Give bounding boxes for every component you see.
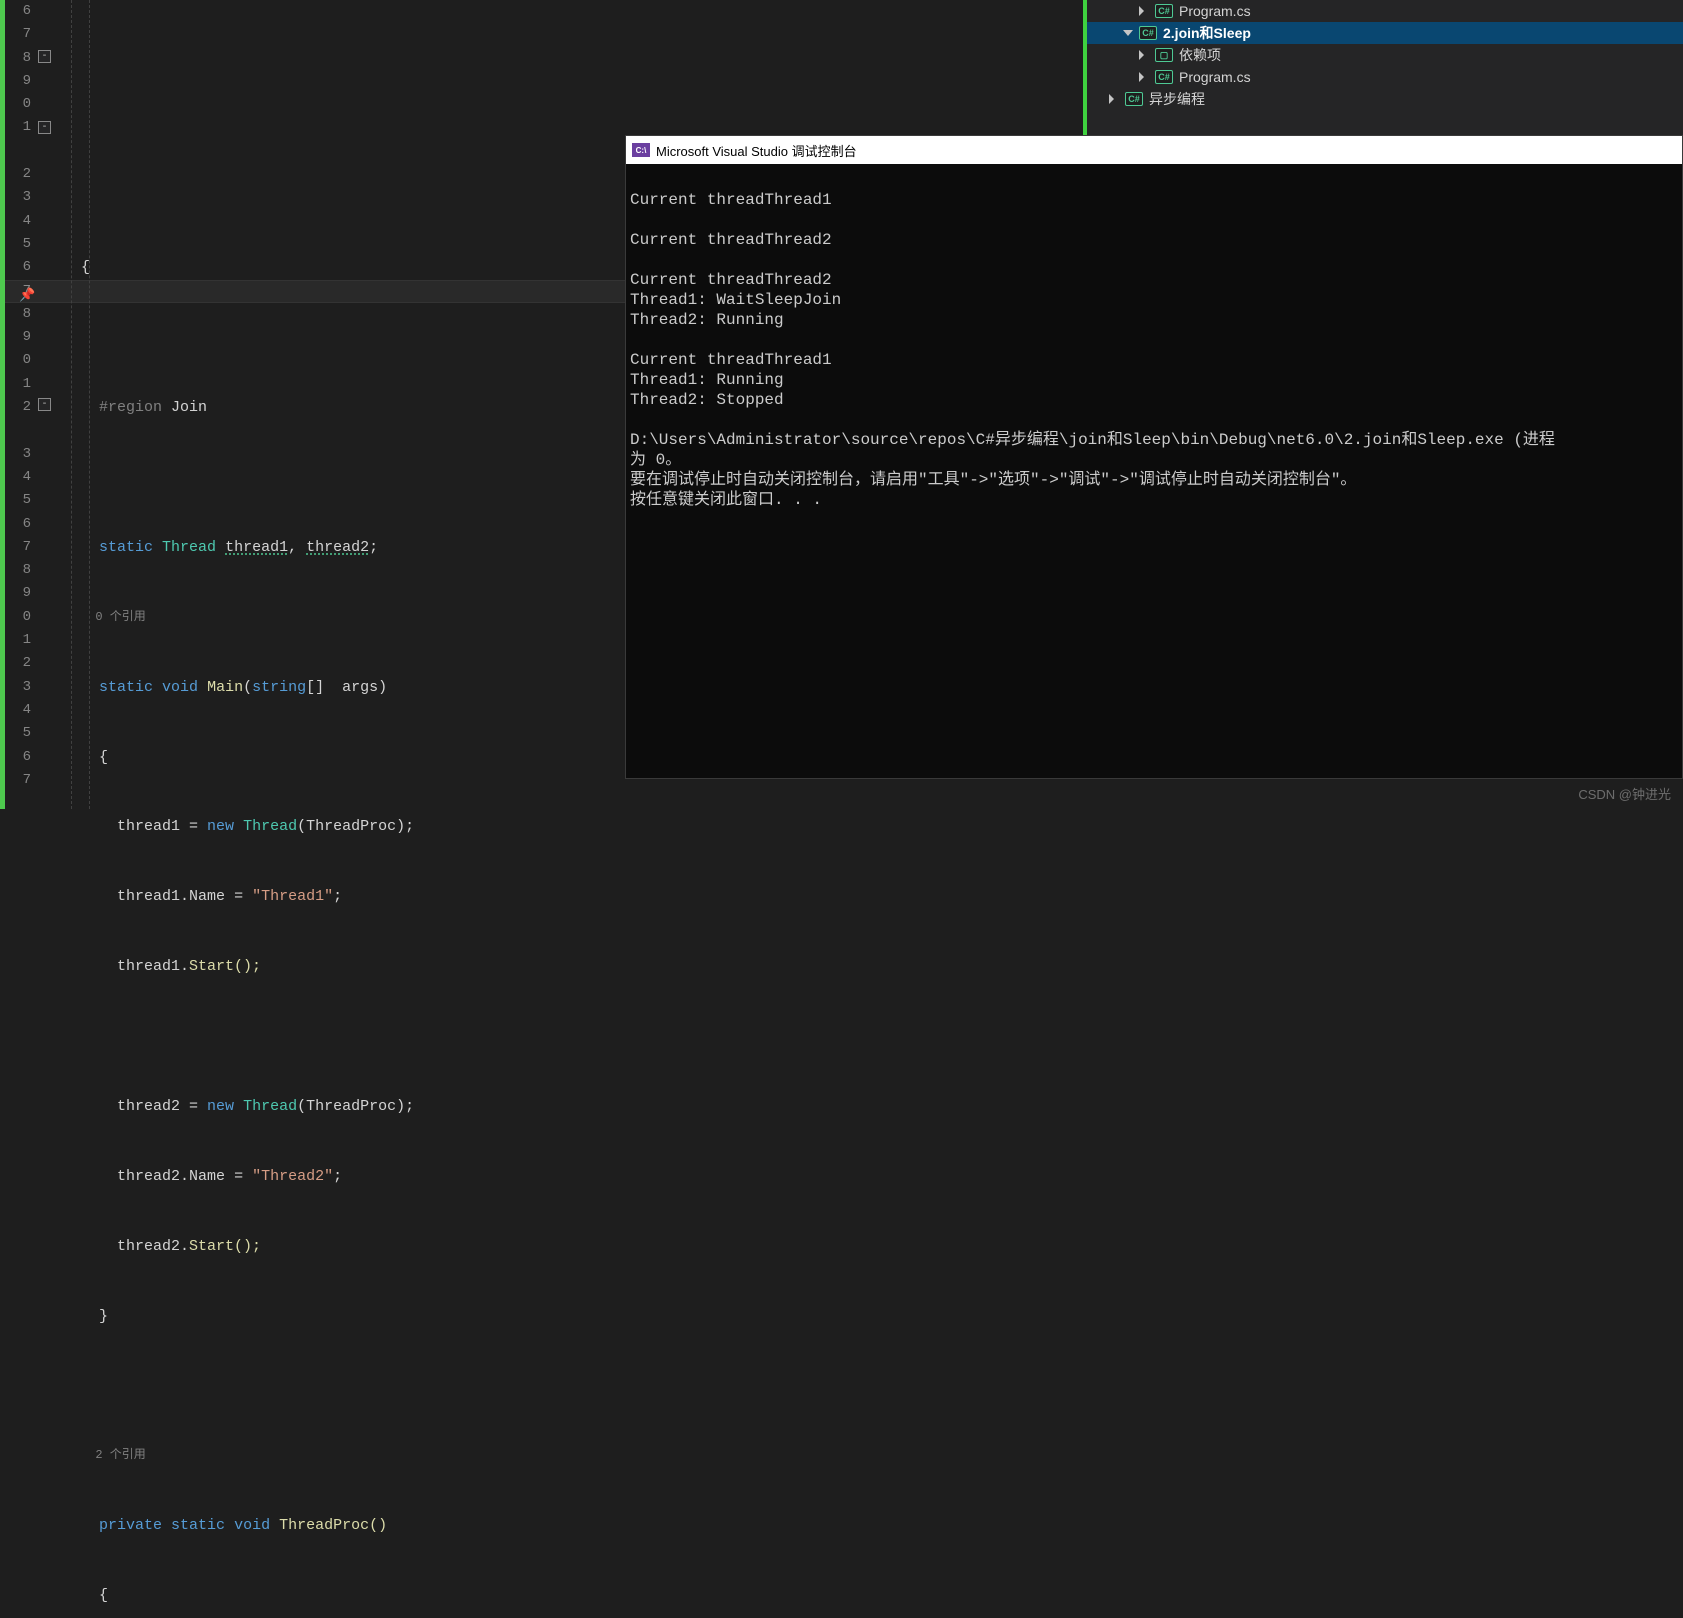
line-number: 9 <box>5 582 35 605</box>
file-icon: C# <box>1139 26 1157 40</box>
console-icon: C:\ <box>632 143 650 157</box>
solution-node-label: 异步编程 <box>1149 89 1205 109</box>
file-icon: C# <box>1155 70 1173 84</box>
line-number: 6 <box>5 746 35 769</box>
line-number: 6 <box>5 513 35 536</box>
line-number <box>5 419 35 442</box>
line-number: 8 <box>5 559 35 582</box>
line-number: 3 <box>5 676 35 699</box>
code-line: } <box>81 1305 1060 1328</box>
chevron-right-icon[interactable] <box>1109 94 1119 104</box>
line-number: 3 <box>5 186 35 209</box>
line-number: 5 <box>5 489 35 512</box>
line-number: 6 <box>5 0 35 23</box>
console-titlebar[interactable]: C:\ Microsoft Visual Studio 调试控制台 <box>626 136 1682 164</box>
code-line: thread1.Name = "Thread1"; <box>81 885 1060 908</box>
indent-margin <box>57 0 81 809</box>
fold-toggle[interactable]: - <box>38 398 51 411</box>
line-number: 4 <box>5 210 35 233</box>
solution-node[interactable]: C# Program.cs <box>1087 66 1683 88</box>
fold-toggle[interactable]: - <box>38 50 51 63</box>
line-number: 4 <box>5 699 35 722</box>
line-number <box>5 140 35 163</box>
code-line: thread2.Name = "Thread2"; <box>81 1165 1060 1188</box>
file-icon: ▢ <box>1155 48 1173 62</box>
solution-node-label: Program.cs <box>1179 69 1251 85</box>
line-number: 1 <box>5 629 35 652</box>
chevron-right-icon[interactable] <box>1139 72 1149 82</box>
line-number: 9 <box>5 326 35 349</box>
line-number: 7 <box>5 536 35 559</box>
pin-icon: 📌 <box>19 284 33 298</box>
line-number: 0 <box>5 606 35 629</box>
solution-node[interactable]: C# 异步编程 <box>1087 88 1683 110</box>
watermark: CSDN @钟进光 <box>1578 784 1671 803</box>
code-line: thread1 = new Thread(ThreadProc); <box>81 815 1060 838</box>
code-line: thread2.Start(); <box>81 1235 1060 1258</box>
fold-column: - - - <box>35 0 57 809</box>
chevron-down-icon[interactable] <box>1123 30 1133 40</box>
line-number: 0 <box>5 349 35 372</box>
solution-explorer[interactable]: C# Program.cs C# 2.join和Sleep ▢ 依赖项 C# Program.… <box>1083 0 1683 135</box>
code-line: thread1.Start(); <box>81 955 1060 978</box>
line-number: 1 <box>5 373 35 396</box>
line-number: 8 <box>5 47 35 70</box>
solution-node[interactable]: C# Program.cs <box>1087 0 1683 22</box>
line-number: 7 <box>5 23 35 46</box>
line-number-gutter: 67890123456789012345678901234567 <box>5 0 35 809</box>
fold-toggle[interactable]: - <box>38 121 51 134</box>
line-number: 0 <box>5 93 35 116</box>
console-output: Current threadThread1 Current threadThre… <box>626 164 1682 778</box>
file-icon: C# <box>1155 4 1173 18</box>
code-line <box>81 1375 1060 1398</box>
file-icon: C# <box>1125 92 1143 106</box>
code-line: { <box>81 1584 1060 1607</box>
line-number: 5 <box>5 233 35 256</box>
console-title: Microsoft Visual Studio 调试控制台 <box>656 141 857 160</box>
chevron-right-icon[interactable] <box>1139 6 1149 16</box>
solution-node-label: 2.join和Sleep <box>1163 23 1251 43</box>
line-number: 7 <box>5 769 35 792</box>
chevron-right-icon[interactable] <box>1139 50 1149 60</box>
line-number: 2 <box>5 652 35 675</box>
code-line <box>81 1025 1060 1048</box>
solution-node-label: Program.cs <box>1179 3 1251 19</box>
solution-node[interactable]: ▢ 依赖项 <box>1087 44 1683 66</box>
debug-console-window[interactable]: C:\ Microsoft Visual Studio 调试控制台 Curren… <box>625 135 1683 779</box>
code-lens[interactable]: 2 个引用 <box>81 1444 1060 1467</box>
code-line: thread2 = new Thread(ThreadProc); <box>81 1095 1060 1118</box>
line-number: 4 <box>5 466 35 489</box>
line-number: 5 <box>5 722 35 745</box>
line-number: 2 <box>5 396 35 419</box>
code-line: private static void ThreadProc() <box>81 1514 1060 1537</box>
solution-node-label: 依赖项 <box>1179 45 1221 65</box>
line-number: 6 <box>5 256 35 279</box>
line-number: 8 <box>5 303 35 326</box>
line-number: 3 <box>5 443 35 466</box>
line-number: 9 <box>5 70 35 93</box>
line-number: 2 <box>5 163 35 186</box>
solution-node[interactable]: C# 2.join和Sleep <box>1087 22 1683 44</box>
line-number: 1 <box>5 116 35 139</box>
